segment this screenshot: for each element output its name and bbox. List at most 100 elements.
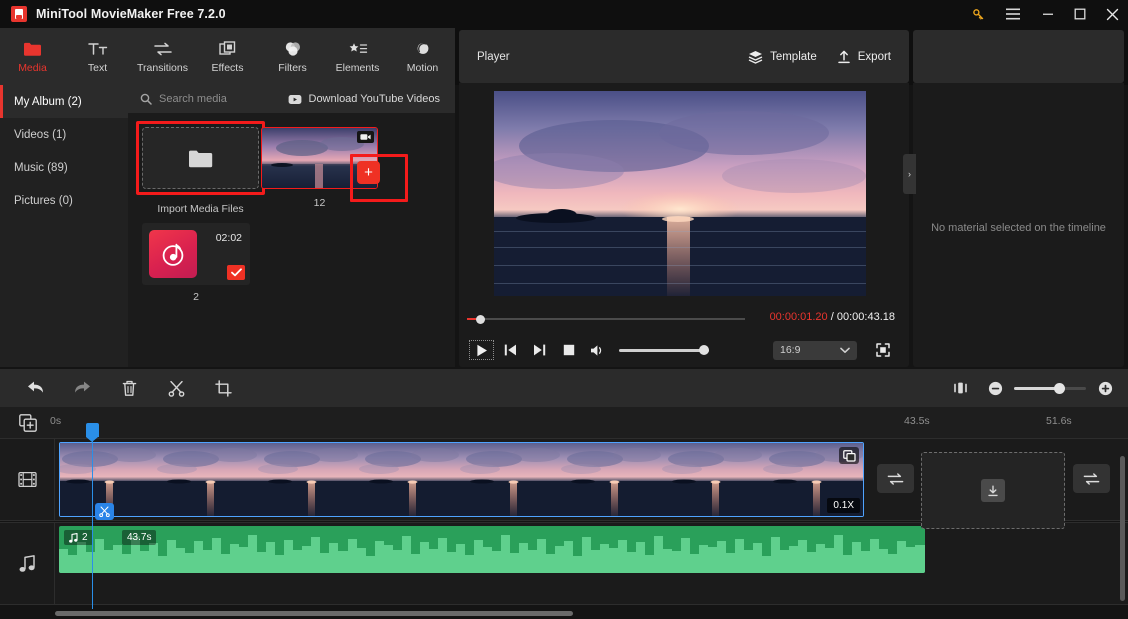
timeline-vertical-scrollbar[interactable]: [1120, 456, 1125, 601]
tab-transitions[interactable]: Transitions: [130, 28, 195, 85]
aspect-ratio-select[interactable]: 16:9: [773, 340, 857, 360]
video-clip[interactable]: 0.1X: [59, 442, 864, 517]
menu-button[interactable]: [994, 0, 1032, 28]
audio-track-icon[interactable]: [0, 523, 55, 604]
filmstrip-image: [60, 443, 863, 516]
download-youtube-button[interactable]: Download YouTube Videos: [288, 93, 441, 105]
folder-open-icon: [188, 150, 212, 167]
transition-button-1[interactable]: [877, 464, 914, 493]
transition-button-2[interactable]: [1073, 464, 1110, 493]
media-panel: Search media Download YouTube Videos Imp…: [128, 85, 455, 367]
film-icon: [17, 471, 37, 488]
timecode-display: 00:00:01.20 / 00:00:43.18: [770, 311, 895, 323]
delete-button[interactable]: [106, 369, 153, 407]
template-icon: [748, 50, 763, 64]
window-controls: [962, 0, 1128, 28]
seek-fill: [467, 318, 476, 320]
import-media-tile[interactable]: [142, 127, 259, 189]
search-input[interactable]: Search media: [140, 93, 227, 105]
maximize-button[interactable]: [1064, 0, 1096, 28]
sidebar-item-music[interactable]: Music (89): [0, 151, 128, 184]
seek-handle[interactable]: [476, 315, 485, 324]
export-icon: [838, 50, 850, 63]
timeline-horizontal-scrollbar[interactable]: [55, 611, 573, 616]
fit-icon: [954, 382, 967, 394]
zoom-in-button[interactable]: [1094, 369, 1116, 407]
license-key-button[interactable]: [962, 0, 994, 28]
zoom-out-button[interactable]: [984, 369, 1006, 407]
zoom-track-filled: [1014, 387, 1059, 390]
export-button[interactable]: Export: [837, 50, 891, 64]
search-icon: [140, 93, 152, 105]
inspector-empty-message: No material selected on the timeline: [931, 222, 1106, 234]
split-at-playhead-button[interactable]: [95, 503, 114, 520]
key-icon: [972, 8, 983, 19]
minimize-button[interactable]: [1032, 0, 1064, 28]
app-title: MiniTool MovieMaker Free 7.2.0: [36, 7, 226, 21]
audio-clip-name: 2: [82, 532, 88, 543]
sidebar-item-pictures[interactable]: Pictures (0): [0, 184, 128, 217]
media-dropzone[interactable]: [921, 452, 1065, 529]
ruler-tick-1: 43.5s: [904, 415, 930, 427]
download-youtube-label: Download YouTube Videos: [308, 93, 441, 105]
preview-image: [494, 91, 866, 296]
player-title: Player: [477, 50, 510, 63]
play-button[interactable]: [467, 338, 496, 362]
add-to-timeline-button[interactable]: +: [357, 161, 380, 184]
crop-button[interactable]: [200, 369, 247, 407]
stop-button[interactable]: [554, 338, 583, 362]
seek-bar[interactable]: [467, 314, 745, 324]
fullscreen-button[interactable]: [868, 338, 897, 362]
transitions-icon: [153, 40, 173, 58]
tab-media[interactable]: Media: [0, 28, 65, 85]
player-controls: 16:9: [467, 338, 901, 362]
zoom-handle[interactable]: [1054, 383, 1065, 394]
media-item-audio[interactable]: 02:02: [142, 223, 250, 285]
split-button[interactable]: [153, 369, 200, 407]
seek-track: [467, 318, 745, 320]
tab-effects[interactable]: Effects: [195, 28, 260, 85]
audio-waveform: [59, 526, 925, 573]
time-separator: /: [830, 311, 834, 323]
collapse-inspector-button[interactable]: ›: [903, 154, 916, 194]
title-bar: MiniTool MovieMaker Free 7.2.0: [0, 0, 1128, 28]
playhead-handle[interactable]: [86, 423, 99, 442]
tab-motion[interactable]: Motion: [390, 28, 455, 85]
add-track-button[interactable]: [0, 407, 55, 438]
undo-icon: [28, 381, 43, 393]
tab-filters[interactable]: Filters: [260, 28, 325, 85]
sidebar-item-label: Music (89): [14, 161, 68, 174]
timeline-ruler[interactable]: 0s 43.5s 51.6s: [0, 407, 1128, 438]
tab-effects-label: Effects: [211, 61, 244, 74]
tab-motion-label: Motion: [406, 61, 439, 74]
maximize-icon: [1074, 8, 1086, 20]
template-button[interactable]: Template: [748, 50, 817, 64]
volume-button[interactable]: [583, 338, 612, 362]
fit-timeline-button[interactable]: [937, 369, 984, 407]
redo-button[interactable]: [59, 369, 106, 407]
tab-elements[interactable]: Elements: [325, 28, 390, 85]
player-panel: 00:00:01.20 / 00:00:43.18 16:9: [459, 83, 909, 367]
chevron-down-icon: [840, 347, 850, 354]
next-frame-button[interactable]: [525, 338, 554, 362]
zoom-out-icon: [988, 381, 1002, 395]
undo-button[interactable]: [12, 369, 59, 407]
volume-handle[interactable]: [699, 345, 709, 355]
audio-clip[interactable]: 2 43.7s: [59, 526, 925, 573]
video-preview[interactable]: [494, 91, 866, 296]
close-button[interactable]: [1096, 0, 1128, 28]
export-label: Export: [857, 50, 891, 63]
tab-text[interactable]: Text: [65, 28, 130, 85]
add-track-icon: [18, 413, 37, 432]
timeline-zoom-slider[interactable]: [1014, 382, 1086, 394]
tab-transitions-label: Transitions: [137, 61, 188, 74]
previous-frame-button[interactable]: [496, 338, 525, 362]
copy-icon[interactable]: [839, 447, 859, 464]
playhead-line: [91, 437, 94, 609]
media-item-audio-label: 2: [193, 291, 199, 303]
video-track-icon[interactable]: [0, 439, 55, 520]
volume-slider[interactable]: [619, 345, 709, 355]
camera-icon: [357, 131, 374, 143]
sidebar-item-my-album[interactable]: My Album (2): [0, 85, 128, 118]
sidebar-item-videos[interactable]: Videos (1): [0, 118, 128, 151]
